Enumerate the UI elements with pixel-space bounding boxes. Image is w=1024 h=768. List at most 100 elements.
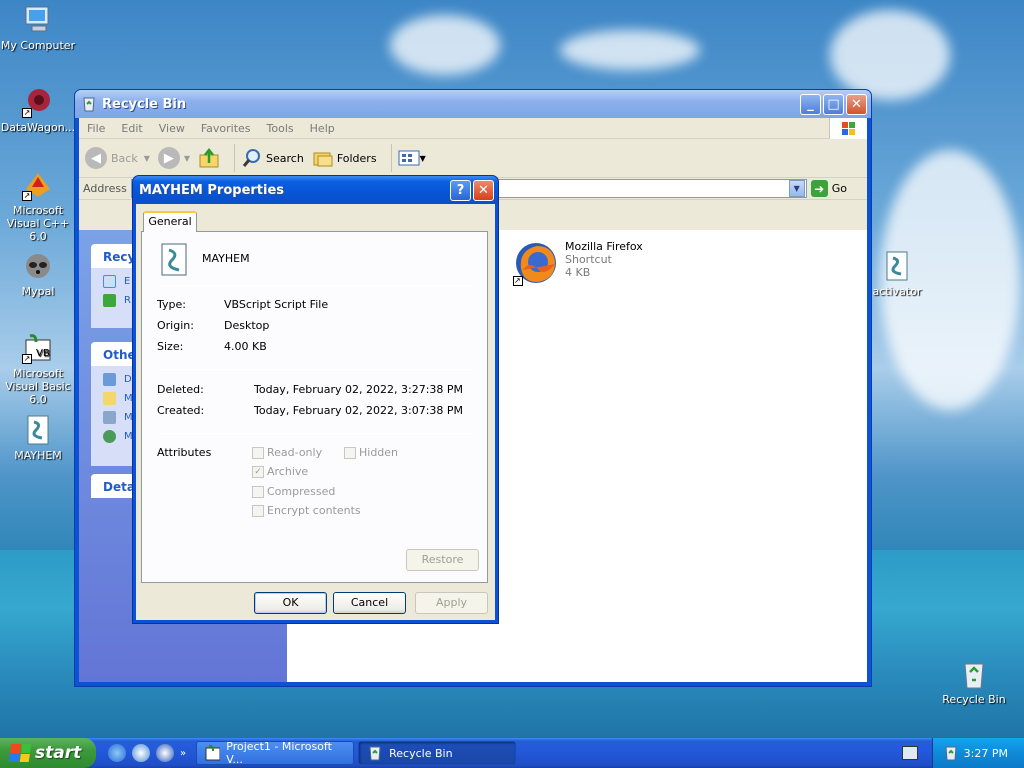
checkbox-box (344, 446, 356, 459)
file-type: Shortcut (565, 253, 612, 266)
menu-help[interactable]: Help (302, 122, 343, 135)
desktop-icon-my-computer[interactable]: My Computer (0, 4, 78, 52)
attributes-label: Attributes (157, 446, 212, 459)
archive-checkbox[interactable]: ✓ Archive (252, 465, 308, 478)
go-label: Go (831, 182, 847, 195)
desktop-icon-visual-cpp[interactable]: ↗ Microsoft Visual C++ 6.0 (0, 169, 78, 243)
desktop-icon-visual-basic[interactable]: VB ↗ Microsoft Visual Basic 6.0 (0, 332, 78, 406)
cancel-button[interactable]: Cancel (333, 592, 406, 614)
recycle-bin-icon (958, 658, 990, 690)
up-folder-icon (199, 147, 219, 168)
restore-button[interactable]: Restore (406, 549, 479, 571)
help-button[interactable]: ? (450, 179, 471, 201)
desktop-icon-label: Microsoft Visual Basic 6.0 (5, 367, 71, 406)
system-tray: 3:27 PM (932, 738, 1024, 768)
ok-button[interactable]: OK (254, 592, 327, 614)
desktop-icon-recycle-bin[interactable]: Recycle Bin (934, 658, 1014, 706)
visual-basic-icon (205, 745, 221, 761)
empty-bin-icon (103, 275, 116, 288)
media-player-icon[interactable] (156, 744, 174, 762)
created-value: Today, February 02, 2022, 3:07:38 PM (254, 404, 464, 417)
size-label: Size: (157, 340, 184, 353)
visual-cpp-icon: ↗ (22, 169, 54, 201)
menu-bar: File Edit View Favorites Tools Help (79, 118, 867, 139)
back-button[interactable]: ◀ Back ▼ (85, 147, 150, 169)
readonly-checkbox[interactable]: Read-only (252, 446, 322, 459)
general-tab-panel: MAYHEM Type: VBScript Script File Origin… (141, 231, 488, 583)
cloud (390, 15, 500, 75)
minimize-button[interactable]: _ (800, 93, 821, 115)
menu-file[interactable]: File (79, 122, 113, 135)
task-label: Recycle Bin (389, 746, 453, 760)
taskbar-button-project1[interactable]: Project1 - Microsoft V... (196, 740, 355, 766)
deleted-label: Deleted: (157, 383, 204, 396)
start-button[interactable]: start (0, 738, 96, 768)
encrypt-checkbox[interactable]: Encrypt contents (252, 504, 361, 517)
search-button[interactable]: Search (241, 147, 304, 169)
close-button[interactable]: ✕ (473, 179, 494, 201)
taskbar-button-recycle-bin[interactable]: Recycle Bin (358, 741, 517, 765)
hidden-checkbox[interactable]: Hidden (344, 446, 398, 459)
menu-edit[interactable]: Edit (113, 122, 150, 135)
up-button[interactable] (198, 147, 220, 169)
desktop-icon-label: MAYHEM (14, 449, 62, 462)
chevron-down-icon: ▼ (419, 153, 426, 163)
address-dropdown-button[interactable]: ▼ (788, 180, 805, 197)
menu-favorites[interactable]: Favorites (193, 122, 259, 135)
forward-arrow-icon: ▶ (157, 147, 180, 169)
outlook-express-icon[interactable] (132, 744, 150, 762)
internet-explorer-icon[interactable] (108, 744, 126, 762)
go-arrow-icon: ➜ (810, 180, 828, 197)
size-value: 4.00 KB (224, 340, 267, 353)
file-item-firefox[interactable]: ↗ Mozilla Firefox Shortcut 4 KB (513, 240, 643, 286)
dialog-body: General MAYHEM Type: VBScript Script Fil… (136, 204, 495, 620)
windows-flag-icon (8, 744, 32, 762)
start-label: start (35, 743, 82, 763)
toolbar: ◀ Back ▼ ▶ ▼ Search Folders ▼ (79, 139, 867, 178)
svg-text:VB: VB (36, 348, 50, 359)
apply-button[interactable]: Apply (415, 592, 488, 614)
file-size: 4 KB (565, 266, 591, 279)
window-titlebar[interactable]: Recycle Bin _ □ ✕ (75, 90, 871, 118)
firefox-icon: ↗ (513, 240, 559, 286)
dialog-titlebar[interactable]: MAYHEM Properties ? ✕ (133, 176, 498, 204)
desktop-icon-label: Mypal (21, 285, 55, 298)
window-title: Recycle Bin (102, 96, 187, 112)
clock[interactable]: 3:27 PM (964, 747, 1008, 760)
network-icon (103, 430, 116, 443)
type-label: Type: (157, 298, 186, 311)
views-button[interactable]: ▼ (398, 149, 426, 167)
checkbox-box (252, 446, 264, 459)
desktop-icon-datawagon[interactable]: ↗ DataWagon... (0, 86, 78, 134)
folders-icon (313, 152, 333, 167)
checkmark-icon: ✓ (252, 465, 264, 478)
compressed-checkbox[interactable]: Compressed (252, 485, 335, 498)
restore-icon (103, 294, 116, 307)
desktop-icon-mypal[interactable]: Mypal (0, 250, 78, 298)
checkbox-box (252, 504, 264, 517)
keyboard-icon[interactable] (902, 746, 918, 760)
forward-button[interactable]: ▶ ▼ (157, 147, 190, 169)
back-arrow-icon: ◀ (85, 147, 107, 169)
back-label: Back (111, 151, 138, 165)
vbscript-file-icon (161, 243, 187, 276)
folders-label: Folders (336, 151, 377, 165)
cloud (830, 10, 950, 100)
type-value: VBScript Script File (224, 298, 329, 311)
folders-button[interactable]: Folders (312, 147, 377, 169)
tab-general[interactable]: General (143, 211, 197, 232)
recycle-tray-icon[interactable] (943, 745, 959, 761)
toolbar-separator (390, 144, 392, 172)
computer-icon (103, 411, 116, 424)
folder-icon (103, 392, 116, 405)
menu-tools[interactable]: Tools (259, 122, 302, 135)
chevron-right-icon[interactable]: » (180, 748, 186, 759)
close-button[interactable]: ✕ (846, 93, 867, 115)
desktop-icon-mayhem[interactable]: MAYHEM (0, 414, 78, 462)
desktop-icon-label: DataWagon... (0, 121, 76, 134)
search-icon (242, 149, 261, 167)
go-button[interactable]: ➜ Go (810, 180, 847, 197)
maximize-button[interactable]: □ (823, 93, 844, 115)
menu-view[interactable]: View (151, 122, 193, 135)
file-name-field[interactable]: MAYHEM (202, 252, 250, 265)
